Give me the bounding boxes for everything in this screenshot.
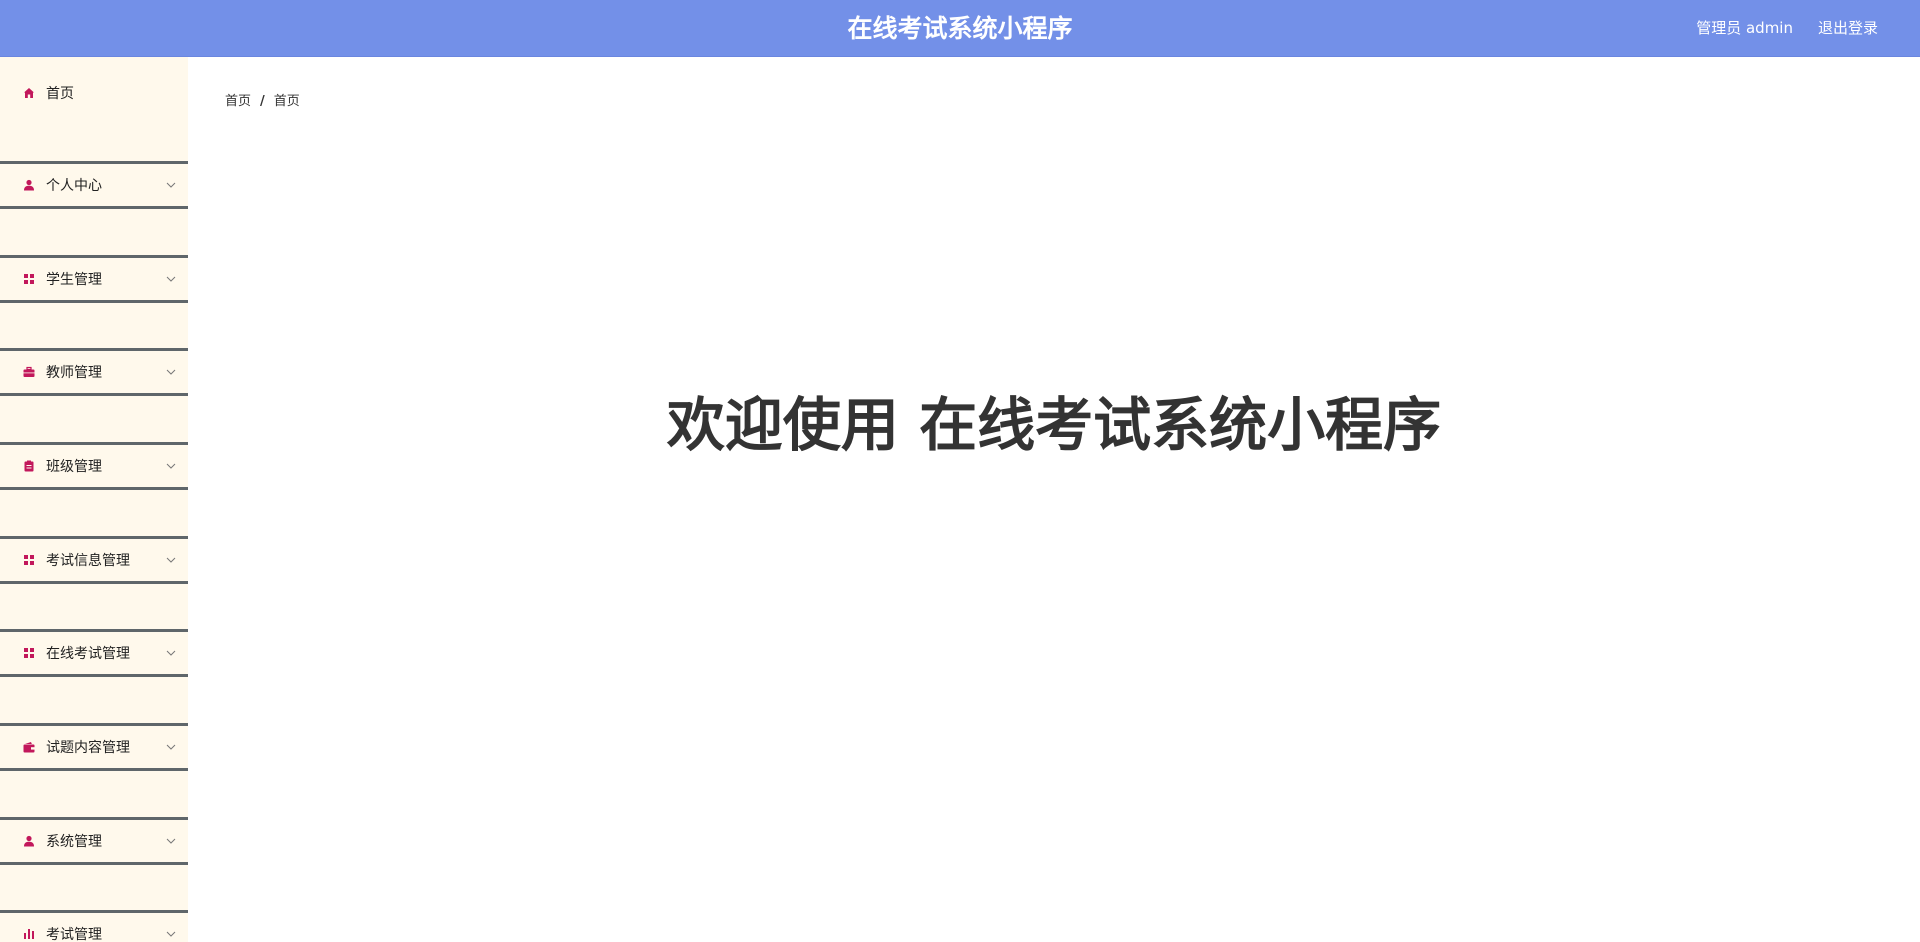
grid-icon [22, 272, 36, 286]
briefcase-icon [22, 365, 36, 379]
home-icon [22, 86, 36, 100]
sidebar-item-label: 学生管理 [46, 272, 102, 288]
top-header: 在线考试系统小程序 管理员 admin 退出登录 [0, 0, 1920, 57]
grid-icon [22, 553, 36, 567]
breadcrumb-item-home[interactable]: 首页 [225, 90, 251, 109]
chevron-down-icon [165, 647, 177, 659]
sidebar-item-home[interactable]: 首页 [0, 69, 188, 117]
logout-button[interactable]: 退出登录 [1818, 0, 1878, 57]
sidebar-item-system-management[interactable]: 系统管理 [0, 817, 188, 865]
sidebar-item-question-content-management[interactable]: 试题内容管理 [0, 723, 188, 771]
sidebar-item-label: 个人中心 [46, 178, 102, 194]
sidebar-item-label: 在线考试管理 [46, 646, 130, 662]
chevron-down-icon [165, 928, 177, 940]
chevron-down-icon [165, 835, 177, 847]
chevron-down-icon [165, 554, 177, 566]
grid-icon [22, 646, 36, 660]
sidebar-item-label: 教师管理 [46, 365, 102, 381]
welcome-heading: 欢迎使用 在线考试系统小程序 [666, 391, 1442, 459]
current-user-label: 管理员 admin [1696, 19, 1793, 37]
sidebar-item-exam-management[interactable]: 考试管理 [0, 910, 188, 942]
clipboard-icon [22, 459, 36, 473]
sidebar-item-personal-center[interactable]: 个人中心 [0, 161, 188, 209]
sidebar-item-exam-info-management[interactable]: 考试信息管理 [0, 536, 188, 584]
breadcrumb-separator: / [260, 94, 265, 109]
sidebar: 首页 个人中心 学生管理 教师管理 班级管理 考试信息管理 在线考试管理 试题内… [0, 57, 188, 942]
sidebar-item-online-exam-management[interactable]: 在线考试管理 [0, 629, 188, 677]
user-icon [22, 178, 36, 192]
sidebar-item-label: 系统管理 [46, 834, 102, 850]
chevron-down-icon [165, 179, 177, 191]
chevron-down-icon [165, 273, 177, 285]
user-icon [22, 834, 36, 848]
app-title: 在线考试系统小程序 [847, 14, 1073, 43]
chevron-down-icon [165, 741, 177, 753]
breadcrumb: 首页 / 首页 [225, 90, 300, 109]
breadcrumb-item-current: 首页 [273, 94, 300, 109]
wallet-icon [22, 740, 36, 754]
sidebar-item-label: 班级管理 [46, 459, 102, 475]
sidebar-item-student-management[interactable]: 学生管理 [0, 255, 188, 303]
sidebar-item-label: 试题内容管理 [46, 740, 130, 756]
sidebar-item-label: 考试管理 [46, 927, 102, 942]
sidebar-item-class-management[interactable]: 班级管理 [0, 442, 188, 490]
chevron-down-icon [165, 366, 177, 378]
sidebar-item-label: 首页 [46, 86, 74, 102]
sidebar-item-label: 考试信息管理 [46, 553, 130, 569]
chevron-down-icon [165, 460, 177, 472]
bar-chart-icon [22, 927, 36, 941]
sidebar-item-teacher-management[interactable]: 教师管理 [0, 348, 188, 396]
